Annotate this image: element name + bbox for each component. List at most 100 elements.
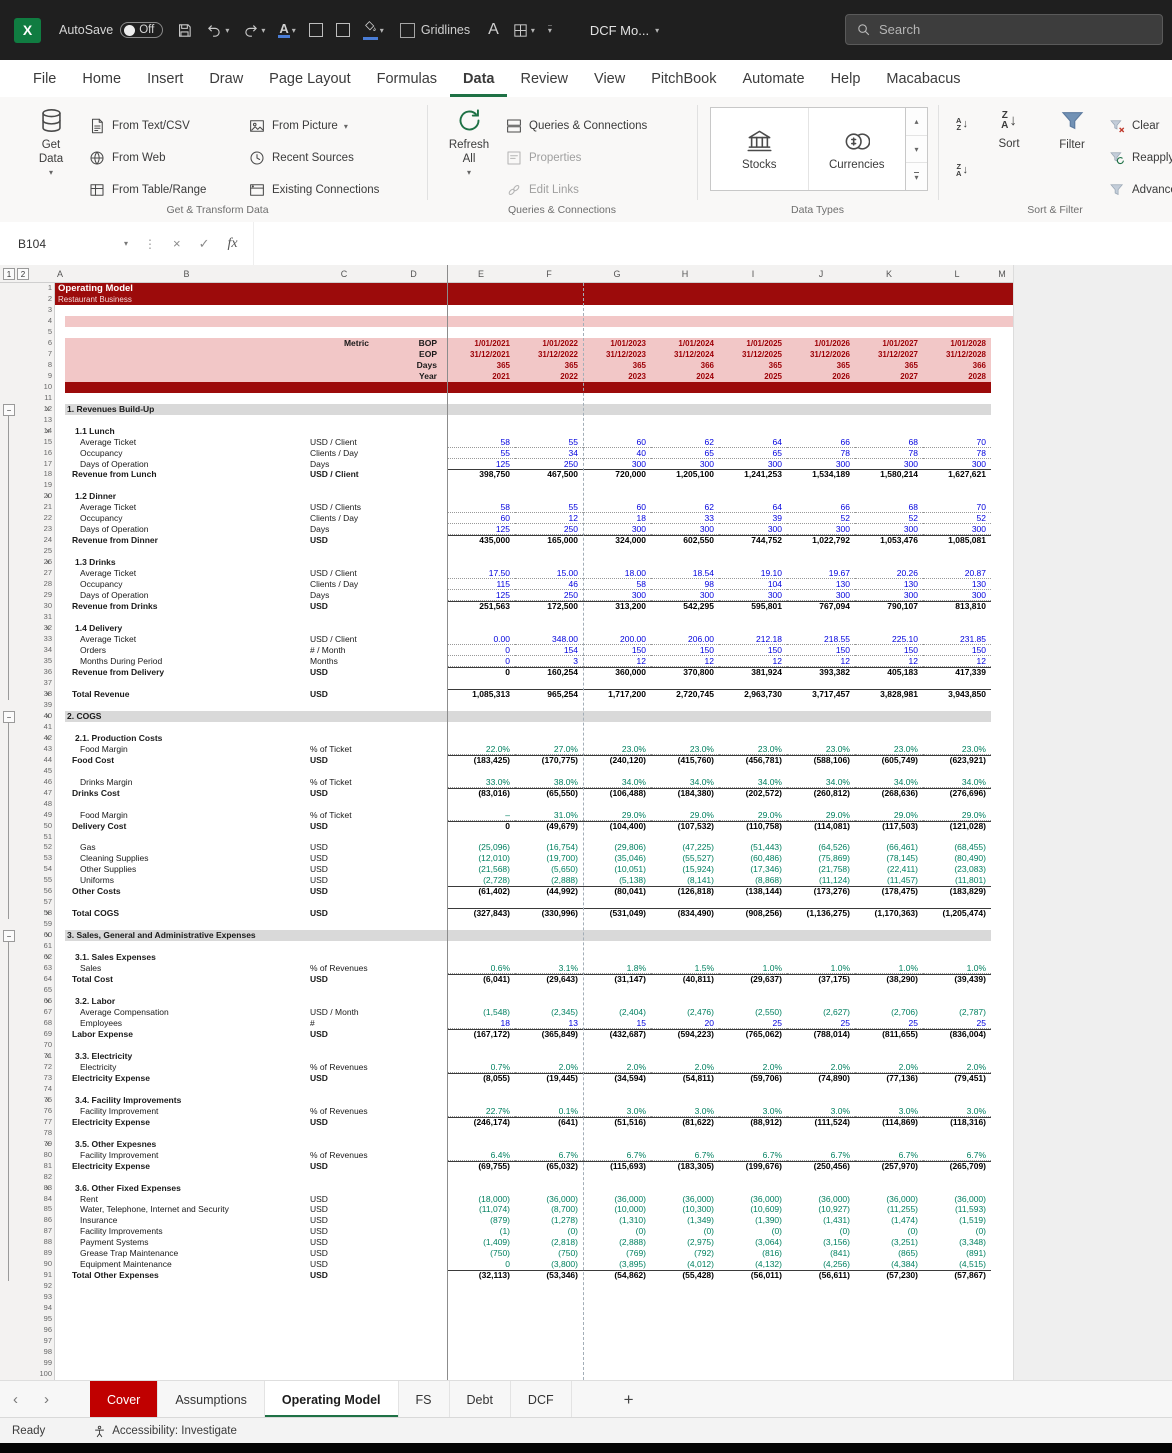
cell[interactable]: (908,256) — [719, 908, 787, 919]
row-label[interactable]: Total Cost — [72, 974, 308, 985]
enter-icon[interactable]: ✓ — [190, 236, 219, 252]
cell[interactable]: 300 — [855, 590, 923, 601]
cell[interactable]: 1,580,214 — [855, 469, 923, 480]
row-header[interactable]: 74 — [28, 1084, 52, 1095]
row-label[interactable]: Rent — [80, 1194, 308, 1205]
cell[interactable]: 2.0% — [515, 1062, 583, 1073]
row-unit[interactable]: USD — [310, 1259, 380, 1270]
excel-logo-icon[interactable]: X — [14, 18, 41, 43]
cell[interactable]: (65,032) — [515, 1161, 583, 1172]
cell[interactable]: (2,818) — [515, 1237, 583, 1248]
cell[interactable]: 154 — [515, 645, 583, 656]
cell[interactable]: (29,806) — [583, 842, 651, 853]
row-header[interactable]: 88 — [28, 1237, 52, 1248]
row-header[interactable]: 94 — [28, 1303, 52, 1314]
cell[interactable]: (456,781) — [719, 755, 787, 766]
row-header[interactable]: 17 — [28, 459, 52, 470]
column-header[interactable]: G — [583, 265, 651, 283]
row-unit[interactable]: USD — [310, 535, 380, 546]
cell[interactable]: 130 — [787, 579, 855, 590]
cell[interactable]: (37,175) — [787, 974, 855, 985]
row-label[interactable]: Revenue from Delivery — [72, 667, 308, 678]
cell[interactable]: 2.0% — [583, 1062, 651, 1073]
cell[interactable]: (36,000) — [719, 1194, 787, 1205]
cell[interactable]: 1.0% — [923, 963, 991, 974]
sheet-tab-dcf[interactable]: DCF — [511, 1381, 572, 1418]
cell[interactable]: 18 — [447, 1018, 515, 1029]
cell[interactable]: (3,800) — [515, 1259, 583, 1270]
cell[interactable]: (841) — [787, 1248, 855, 1259]
row-header[interactable]: 49 — [28, 810, 52, 821]
row-header[interactable]: 53 — [28, 853, 52, 864]
queries-connections-button[interactable]: Queries & Connections — [505, 115, 647, 137]
cell[interactable]: 542,295 — [651, 601, 719, 612]
cell[interactable]: 300 — [787, 524, 855, 535]
row-header[interactable]: 68 — [28, 1018, 52, 1029]
sort-ascending-button[interactable]: AZ↓ — [948, 111, 976, 137]
menu-tab-formulas[interactable]: Formulas — [364, 60, 450, 97]
row-header[interactable]: 84 — [28, 1194, 52, 1205]
cell[interactable]: 2.0% — [923, 1062, 991, 1073]
cell[interactable]: 29.0% — [583, 810, 651, 821]
from-text-csv-button[interactable]: From Text/CSV — [88, 115, 190, 137]
cell[interactable]: (21,758) — [787, 864, 855, 875]
cell[interactable]: (65,550) — [515, 788, 583, 799]
row-header[interactable]: 85 — [28, 1204, 52, 1215]
cell[interactable]: 218.55 — [787, 634, 855, 645]
cell[interactable]: 300 — [583, 524, 651, 535]
menu-tab-help[interactable]: Help — [818, 60, 874, 97]
row-label[interactable]: Facility Improvement — [80, 1150, 308, 1161]
cell[interactable]: (68,455) — [923, 842, 991, 853]
cell[interactable]: 12 — [583, 656, 651, 667]
cell[interactable]: 55 — [515, 502, 583, 513]
cell[interactable]: (36,000) — [583, 1194, 651, 1205]
row-header[interactable]: 31 — [28, 612, 52, 623]
cell[interactable]: (836,004) — [923, 1029, 991, 1040]
menu-tab-review[interactable]: Review — [507, 60, 581, 97]
cell[interactable]: (1,548) — [447, 1007, 515, 1018]
redo-button[interactable]: ▾ — [242, 22, 265, 39]
cell[interactable]: 31.0% — [515, 810, 583, 821]
cell[interactable]: 22.0% — [447, 744, 515, 755]
cell[interactable]: (25,096) — [447, 842, 515, 853]
row-label[interactable]: Delivery Cost — [72, 821, 308, 832]
sheet-tab-debt[interactable]: Debt — [450, 1381, 511, 1418]
cell[interactable]: (51,443) — [719, 842, 787, 853]
cell[interactable]: (0) — [787, 1226, 855, 1237]
cell[interactable]: (3,348) — [923, 1237, 991, 1248]
cell[interactable]: 324,000 — [583, 535, 651, 546]
row-header[interactable]: 11 — [28, 393, 52, 404]
cell[interactable]: (69,755) — [447, 1161, 515, 1172]
cell[interactable]: (1) — [447, 1226, 515, 1237]
row-header[interactable]: 41 — [28, 722, 52, 733]
cell[interactable]: 104 — [719, 579, 787, 590]
cell[interactable]: (34,594) — [583, 1073, 651, 1084]
cell[interactable]: 150 — [651, 645, 719, 656]
cell[interactable]: 62 — [651, 437, 719, 448]
period-cell[interactable]: 366 — [651, 360, 719, 371]
cell[interactable]: 1,085,081 — [923, 535, 991, 546]
cell[interactable]: (257,970) — [855, 1161, 923, 1172]
cell[interactable]: 150 — [923, 645, 991, 656]
row-header[interactable]: 82 — [28, 1172, 52, 1183]
row-unit[interactable]: USD / Client — [310, 437, 380, 448]
cell[interactable]: (792) — [651, 1248, 719, 1259]
row-unit[interactable]: Clients / Day — [310, 448, 380, 459]
cell[interactable]: (8,868) — [719, 875, 787, 886]
cell[interactable]: (327,843) — [447, 908, 515, 919]
cell[interactable]: 300 — [923, 590, 991, 601]
cell[interactable]: 300 — [651, 590, 719, 601]
row-header[interactable]: 65 — [28, 985, 52, 996]
cell[interactable]: 65 — [651, 448, 719, 459]
from-picture-button[interactable]: From Picture▾ — [248, 115, 348, 137]
row-label[interactable]: Water, Telephone, Internet and Security — [80, 1204, 308, 1215]
cell[interactable]: (170,775) — [515, 755, 583, 766]
row-header[interactable]: 36 — [28, 667, 52, 678]
cell[interactable]: (4,132) — [719, 1259, 787, 1270]
cell[interactable]: 595,801 — [719, 601, 787, 612]
cell[interactable]: (594,223) — [651, 1029, 719, 1040]
cell[interactable]: (47,225) — [651, 842, 719, 853]
cell[interactable]: (40,811) — [651, 974, 719, 985]
period-cell[interactable]: 2024 — [651, 371, 719, 382]
cell[interactable]: 70 — [923, 502, 991, 513]
